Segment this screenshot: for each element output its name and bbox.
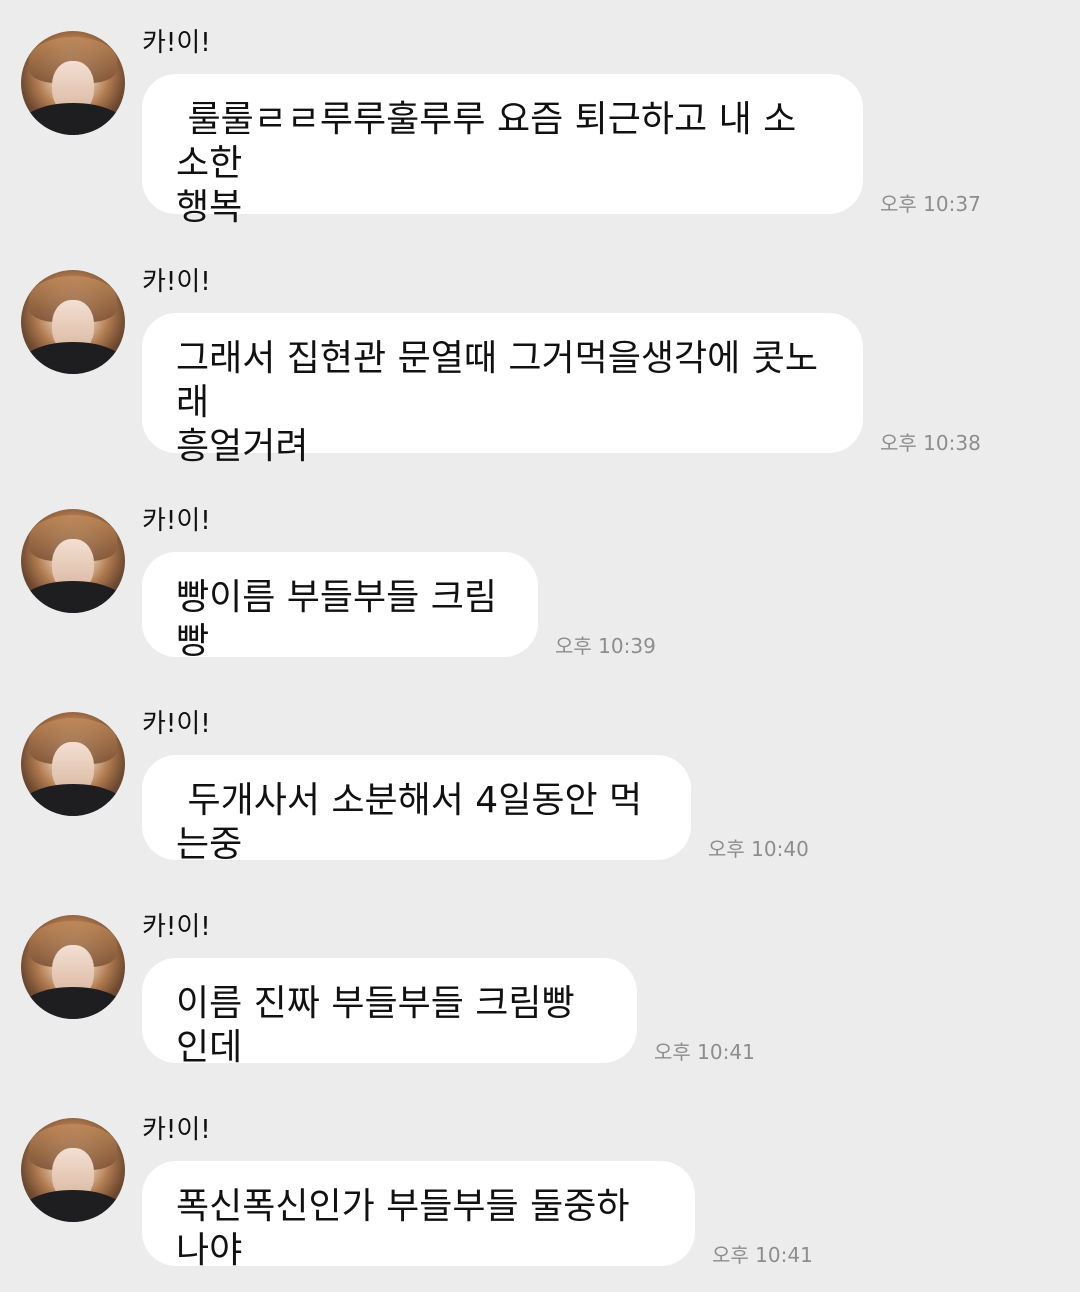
sender-name: 카!이! [142, 1115, 211, 1145]
avatar-shirt [21, 1190, 125, 1222]
message: 카!이! 폭신폭신인가 부들부들 둘중하나야 오후 10:41 [0, 0, 1080, 1292]
message-time: 오후 10:41 [712, 1243, 813, 1267]
message-bubble[interactable]: 폭신폭신인가 부들부들 둘중하나야 [142, 1161, 695, 1271]
avatar[interactable] [21, 1118, 125, 1222]
